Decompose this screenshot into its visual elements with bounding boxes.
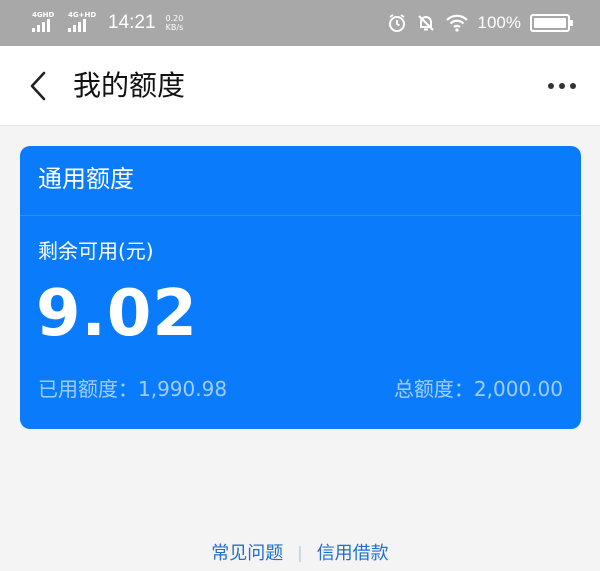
alarm-icon	[387, 13, 407, 33]
nav-bar: 我的额度	[0, 46, 600, 126]
footer-links: 常见问题 | 信用借款	[0, 538, 600, 566]
chevron-left-icon	[30, 71, 46, 101]
more-dots-icon	[548, 83, 554, 89]
page-title: 我的额度	[73, 69, 186, 102]
status-right: 100%	[387, 13, 573, 33]
network-speed-unit: KB/s	[165, 23, 184, 32]
wifi-icon	[445, 13, 469, 33]
used-amount: 已用额度：1,990.98	[38, 377, 228, 401]
network-speed: 0.20 KB/s	[166, 14, 184, 32]
remaining-amount: 9.02	[36, 277, 198, 351]
sim1-label: 4GHD	[32, 11, 55, 19]
more-button[interactable]	[542, 70, 582, 102]
credit-limit-card: 通用额度 剩余可用(元) 9.02 已用额度：1,990.98 总额度：2,00…	[20, 146, 581, 429]
mute-bell-icon	[416, 13, 436, 33]
total-amount: 总额度：2,000.00	[393, 377, 563, 401]
back-button[interactable]	[18, 66, 58, 106]
link-separator: |	[297, 542, 303, 562]
network-speed-value: 0.20	[165, 14, 184, 23]
battery-percent: 100%	[477, 13, 521, 32]
card-title: 通用额度	[38, 165, 134, 193]
faq-link[interactable]: 常见问题	[211, 539, 283, 565]
remaining-label: 剩余可用(元)	[38, 239, 154, 263]
status-time: 14:21	[108, 12, 156, 33]
sim2-label: 4G+HD	[68, 11, 97, 19]
card-divider	[20, 215, 581, 216]
battery-icon	[530, 14, 573, 32]
sim1-signal-icon: 4GHD	[32, 11, 60, 34]
sim2-signal-icon: 4G+HD	[68, 11, 97, 34]
status-left: 4GHD 4G+HD 14:21 0.20 KB/s	[32, 11, 184, 34]
credit-loan-link[interactable]: 信用借款	[317, 539, 389, 565]
status-bar: 4GHD 4G+HD 14:21 0.20 KB/s 100%	[0, 0, 600, 46]
